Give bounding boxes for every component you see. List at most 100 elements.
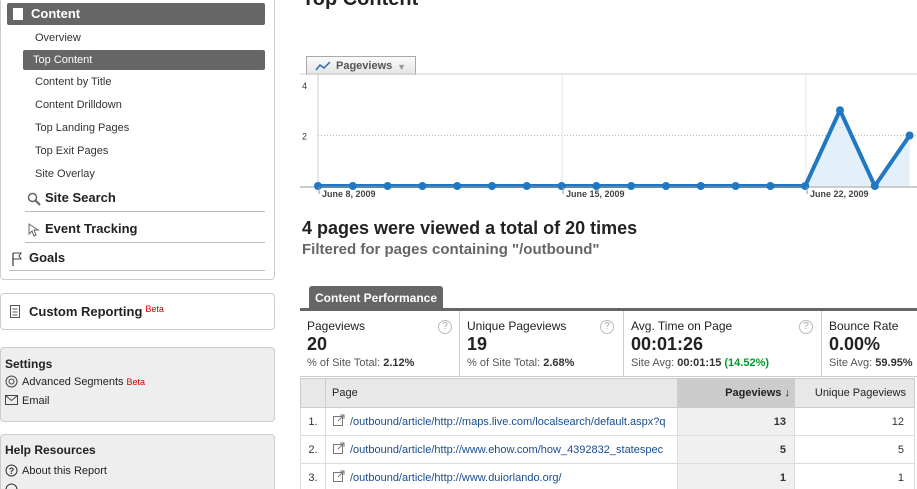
pageviews-cell: 5 (677, 435, 795, 464)
nav-item-top-landing-pages[interactable]: Top Landing Pages (23, 118, 265, 138)
content-section-header[interactable]: Content (7, 3, 265, 25)
custom-reporting-label: Custom Reporting (29, 304, 143, 319)
help-secondary-icon (5, 483, 18, 489)
help-circle-icon: ? (5, 464, 18, 482)
help-secondary-link[interactable] (5, 482, 22, 489)
score-pageviews: Pageviews 20 % of Site Total: 2.12% ? (300, 311, 460, 377)
external-link-icon[interactable] (333, 442, 345, 457)
unique-pageviews-cell: 12 (794, 407, 915, 436)
advanced-segments-beta-badge: Beta (126, 377, 146, 387)
column-header-pageviews[interactable]: Pageviews ↓ (677, 378, 795, 408)
score-sub-change: (14.52%) (724, 357, 770, 369)
y-tick-label: 2 (302, 132, 307, 142)
score-sub-label: Site Avg: (631, 357, 675, 369)
goals-section[interactable]: Goals (9, 247, 265, 271)
chart-point (453, 182, 462, 190)
score-sub-value: 2.12% (383, 357, 415, 369)
about-report-link[interactable]: ? About this Report (5, 463, 107, 479)
page-cell: /outbound/article/http://maps.live.com/l… (325, 407, 678, 436)
chart-point (731, 182, 740, 190)
chart-point (383, 182, 392, 190)
content-table: Page Pageviews ↓ Unique Pageviews 1. /ou… (300, 378, 915, 489)
help-icon[interactable]: ? (600, 320, 614, 334)
index-header (300, 378, 326, 408)
score-sub-value: 59.95% (875, 357, 913, 369)
event-tracking-section[interactable]: Event Tracking (25, 217, 265, 243)
custom-reporting-title: Custom Reporting Beta (29, 304, 164, 319)
flag-icon (11, 251, 23, 273)
tab-content-performance[interactable]: Content Performance (309, 286, 444, 310)
page-link[interactable]: /outbound/article/http://www.duiorlando.… (350, 472, 562, 484)
pageviews-chart: 4 2 June 8, 2009 June 15, 2009 June 22, 2009 (300, 73, 917, 203)
external-link-icon[interactable] (333, 414, 345, 429)
page-cell: /outbound/article/http://www.duiorlando.… (325, 463, 678, 489)
site-search-section[interactable]: Site Search (25, 186, 265, 212)
score-label: Avg. Time on Page (631, 319, 733, 333)
score-value: 20 (307, 334, 328, 354)
nav-item-site-overlay[interactable]: Site Overlay (23, 164, 265, 184)
magnifier-icon (27, 190, 41, 214)
table-row: 2. /outbound/article/http://www.ehow.com… (300, 435, 915, 464)
nav-item-content-by-title[interactable]: Content by Title (23, 72, 265, 92)
content-section-label: Content (31, 6, 81, 21)
nav-item-top-exit-pages[interactable]: Top Exit Pages (23, 141, 265, 161)
x-tick-label: June 15, 2009 (566, 189, 625, 199)
score-sub-label: % of Site Total: (467, 357, 541, 369)
pageviews-cell: 1 (677, 463, 795, 489)
score-label: Pageviews (307, 319, 366, 333)
main-content: Top Content Pageviews ▼ 42June 8, 2009Ju… (300, 0, 917, 489)
chart-point (314, 182, 322, 190)
help-icon[interactable]: ? (438, 320, 452, 334)
summary-title: 4 pages were viewed a total of 20 times (302, 218, 638, 238)
table-row: 1. /outbound/article/http://maps.live.co… (300, 407, 915, 436)
score-sub-value: 00:01:15 (677, 357, 722, 369)
chart-point (522, 182, 531, 190)
chart-point (627, 182, 636, 190)
pageviews-cell: 13 (677, 407, 795, 436)
score-sub-label: Site Avg: (829, 357, 873, 369)
chart-point (557, 182, 566, 190)
external-link-icon[interactable] (333, 470, 345, 485)
score-label: Bounce Rate (829, 319, 899, 333)
page-link[interactable]: /outbound/article/http://maps.live.com/l… (350, 416, 666, 428)
sort-arrow-icon: ↓ (784, 387, 791, 399)
help-icon[interactable]: ? (799, 320, 813, 334)
column-header-page[interactable]: Page (325, 378, 678, 408)
chart-point (870, 182, 879, 190)
scorecard: Pageviews 20 % of Site Total: 2.12% ? Un… (300, 311, 917, 377)
column-header-unique-pageviews[interactable]: Unique Pageviews (794, 378, 915, 408)
score-bounce-rate: Bounce Rate 0.00% Site Avg: 59.95% (822, 311, 917, 377)
chart-point (905, 131, 914, 140)
chart-svg: 4 2 June 8, 2009 June 15, 2009 June 22, 2009 (300, 73, 917, 199)
chart-point (836, 106, 844, 115)
custom-reporting-beta-badge: Beta (145, 304, 164, 314)
score-sub: % of Site Total: 2.12% (307, 357, 459, 369)
cursor-click-icon (27, 221, 41, 245)
nav-item-top-content[interactable]: Top Content (23, 50, 265, 70)
chart-point (696, 182, 705, 190)
page-link[interactable]: /outbound/article/http://www.ehow.com/ho… (350, 444, 663, 456)
about-report-label: About this Report (22, 465, 107, 477)
metric-selector-label: Pageviews (336, 60, 393, 72)
advanced-segments-label: Advanced Segments (22, 376, 124, 388)
x-tick-label: June 8, 2009 (322, 189, 376, 199)
segments-icon (5, 375, 18, 393)
nav-item-overview[interactable]: Overview (23, 28, 265, 48)
score-sub-label: % of Site Total: (307, 357, 381, 369)
column-header-pageviews-label: Pageviews (725, 387, 782, 399)
goals-label: Goals (29, 250, 66, 265)
score-sub-value: 2.68% (543, 357, 575, 369)
y-tick-label: 4 (302, 81, 307, 91)
site-search-label: Site Search (45, 190, 116, 205)
settings-panel: Settings Advanced Segments Beta Email (0, 347, 275, 422)
score-avg-time: Avg. Time on Page 00:01:26 Site Avg: 00:… (624, 311, 822, 377)
summary-filter: Filtered for pages containing "/outbound… (302, 241, 600, 258)
score-value: 19 (467, 334, 488, 354)
chart-point (418, 182, 427, 190)
score-value: 0.00% (829, 334, 881, 354)
email-link[interactable]: Email (5, 393, 50, 409)
page-title: Top Content (302, 0, 418, 11)
custom-reporting-panel[interactable]: Custom Reporting Beta (0, 293, 275, 330)
advanced-segments-link[interactable]: Advanced Segments Beta (5, 374, 145, 390)
nav-item-content-drilldown[interactable]: Content Drilldown (23, 95, 265, 115)
